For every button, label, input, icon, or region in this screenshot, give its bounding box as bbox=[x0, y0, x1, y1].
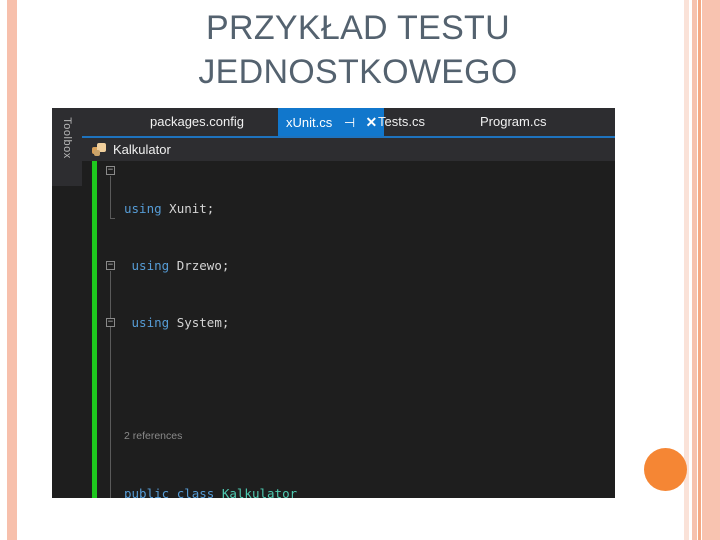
toolbox-panel[interactable]: Toolbox bbox=[52, 108, 82, 186]
breadcrumb-label: Kalkulator bbox=[113, 142, 171, 157]
tab-label: Program.cs bbox=[480, 114, 547, 129]
right-accent-stripe-2 bbox=[692, 0, 697, 540]
right-accent-stripe-4 bbox=[702, 0, 720, 540]
fold-toggle-class[interactable]: − bbox=[106, 261, 115, 270]
outline-guide-usings bbox=[110, 176, 111, 218]
code-editor[interactable]: − − − using Xunit; using Drzewo; using S… bbox=[82, 161, 615, 498]
code-line: using Drzewo; bbox=[131, 258, 230, 273]
tab-program-cs[interactable]: Program.cs bbox=[472, 108, 554, 136]
breadcrumb[interactable]: Kalkulator bbox=[82, 138, 615, 161]
left-accent-stripe bbox=[7, 0, 17, 540]
tab-xunit-cs[interactable]: xUnit.cs ⊣ ✕ bbox=[278, 108, 384, 136]
tab-tests-cs[interactable]: Tests.cs bbox=[370, 108, 433, 136]
code-line: using System; bbox=[131, 315, 230, 330]
tab-label: packages.config bbox=[150, 114, 244, 129]
pin-icon[interactable]: ⊣ bbox=[344, 109, 355, 137]
editor-tab-strip: packages.config xUnit.cs ⊣ ✕ Tests.cs Pr… bbox=[82, 108, 615, 136]
class-icon bbox=[92, 143, 107, 156]
page-title: PRZYKŁAD TESTU JEDNOSTKOWEGO bbox=[198, 9, 518, 91]
toolbox-label: Toolbox bbox=[61, 117, 73, 159]
change-indicator-bar bbox=[92, 161, 97, 498]
outline-guide-method bbox=[110, 328, 111, 498]
fold-toggle-usings[interactable]: − bbox=[106, 166, 115, 175]
tab-packages-config[interactable]: packages.config bbox=[142, 108, 252, 136]
right-accent-stripe-3 bbox=[698, 0, 701, 540]
fold-toggle-method[interactable]: − bbox=[106, 318, 115, 327]
code-line: public class Kalkulator bbox=[124, 486, 298, 498]
ide-screenshot: Toolbox packages.config xUnit.cs ⊣ ✕ Tes… bbox=[52, 108, 615, 498]
code-line: using Xunit; bbox=[124, 201, 215, 216]
outline-guide-foot-usings bbox=[110, 218, 115, 219]
tab-label: xUnit.cs bbox=[286, 115, 333, 130]
codelens-references[interactable]: 2 references bbox=[120, 427, 615, 446]
code-text[interactable]: using Xunit; using Drzewo; using System;… bbox=[120, 161, 615, 498]
editor-gutter bbox=[82, 161, 120, 498]
tab-label: Tests.cs bbox=[378, 114, 425, 129]
orange-bullet-dot bbox=[644, 448, 687, 491]
